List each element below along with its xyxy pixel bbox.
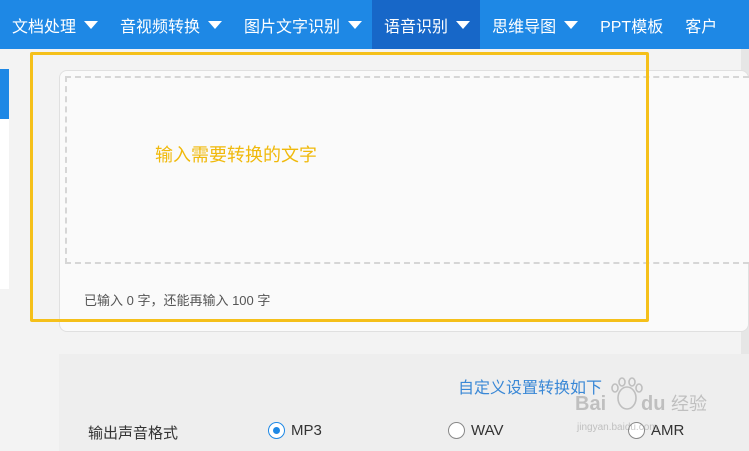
nav-item-label: 客户 [685, 18, 718, 36]
nav-item-label: 音视频转换 [120, 18, 201, 36]
chevron-down-icon [348, 20, 363, 29]
chevron-down-icon [84, 20, 99, 29]
nav-item-av-convert[interactable]: 音视频转换 [108, 0, 232, 49]
char-count: 已输入 0 字，还能再输入 100 字 [84, 293, 271, 308]
chevron-down-icon [564, 20, 579, 29]
radio-unchecked-icon [448, 422, 465, 439]
nav-item-customer[interactable]: 客户 [673, 0, 727, 49]
nav-item-ppt-template[interactable]: PPT模板 [588, 0, 673, 49]
format-radio-mp3[interactable]: MP3 [268, 422, 322, 439]
format-radio-wav[interactable]: WAV [448, 422, 504, 439]
nav-item-label: 思维导图 [492, 18, 557, 36]
radio-checked-icon [268, 422, 285, 439]
sidebar-active-indicator [0, 69, 9, 119]
format-radio-label: WAV [471, 422, 504, 439]
text-input-area[interactable] [65, 76, 749, 264]
nav-item-document[interactable]: 文档处理 [0, 0, 108, 49]
settings-heading[interactable]: 自定义设置转换如下 [458, 374, 602, 398]
format-radio-label: AMR [651, 422, 685, 439]
chevron-down-icon [208, 20, 223, 29]
chevron-down-icon [456, 20, 471, 29]
top-nav: 文档处理 音视频转换 图片文字识别 语音识别 思维导图 PPT模板 客户 [0, 0, 749, 49]
text-input-placeholder: 输入需要转换的文字 [155, 145, 317, 165]
nav-item-image-ocr[interactable]: 图片文字识别 [232, 0, 372, 49]
nav-item-label: 图片文字识别 [244, 18, 341, 36]
nav-item-label: PPT模板 [600, 18, 664, 36]
format-radio-amr[interactable]: AMR [628, 422, 684, 439]
nav-item-speech-recognition[interactable]: 语音识别 [372, 0, 481, 49]
nav-item-label: 文档处理 [12, 18, 77, 36]
output-format-label: 输出声音格式 [88, 425, 179, 442]
radio-unchecked-icon [628, 422, 645, 439]
format-radio-label: MP3 [291, 422, 322, 439]
nav-item-mindmap[interactable]: 思维导图 [480, 0, 588, 49]
nav-item-label: 语音识别 [384, 18, 449, 36]
